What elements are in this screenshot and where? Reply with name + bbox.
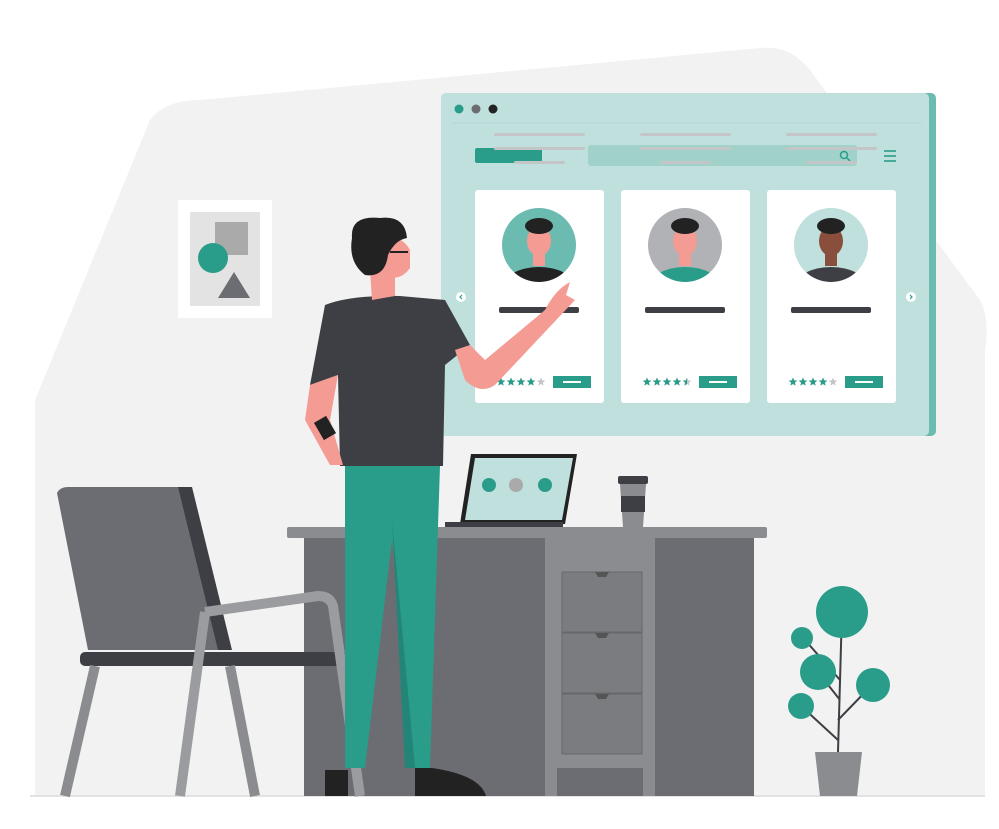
window-dot-black[interactable]: [488, 104, 498, 114]
view-profile-button[interactable]: [699, 376, 737, 388]
coffee-cup: [618, 476, 648, 527]
text-placeholder: [660, 161, 711, 164]
view-profile-button[interactable]: [845, 376, 883, 388]
text-placeholder: [514, 161, 565, 164]
text-placeholder: [640, 133, 731, 136]
logo-bar[interactable]: [475, 148, 542, 163]
text-placeholder: [494, 133, 585, 136]
name-placeholder: [791, 307, 871, 313]
text-placeholder: [494, 147, 585, 150]
name-placeholder: [645, 307, 725, 313]
carousel-next-button[interactable]: [906, 292, 916, 302]
window-dot-green[interactable]: [454, 104, 464, 114]
window-dot-gray[interactable]: [471, 104, 481, 114]
text-placeholder: [806, 161, 857, 164]
text-placeholder: [640, 147, 731, 150]
carousel-prev-button[interactable]: [456, 292, 466, 302]
text-placeholder: [786, 147, 877, 150]
illustration: [30, 47, 987, 798]
view-profile-button[interactable]: [553, 376, 591, 388]
wall-picture: [178, 200, 272, 318]
text-placeholder: [786, 133, 877, 136]
